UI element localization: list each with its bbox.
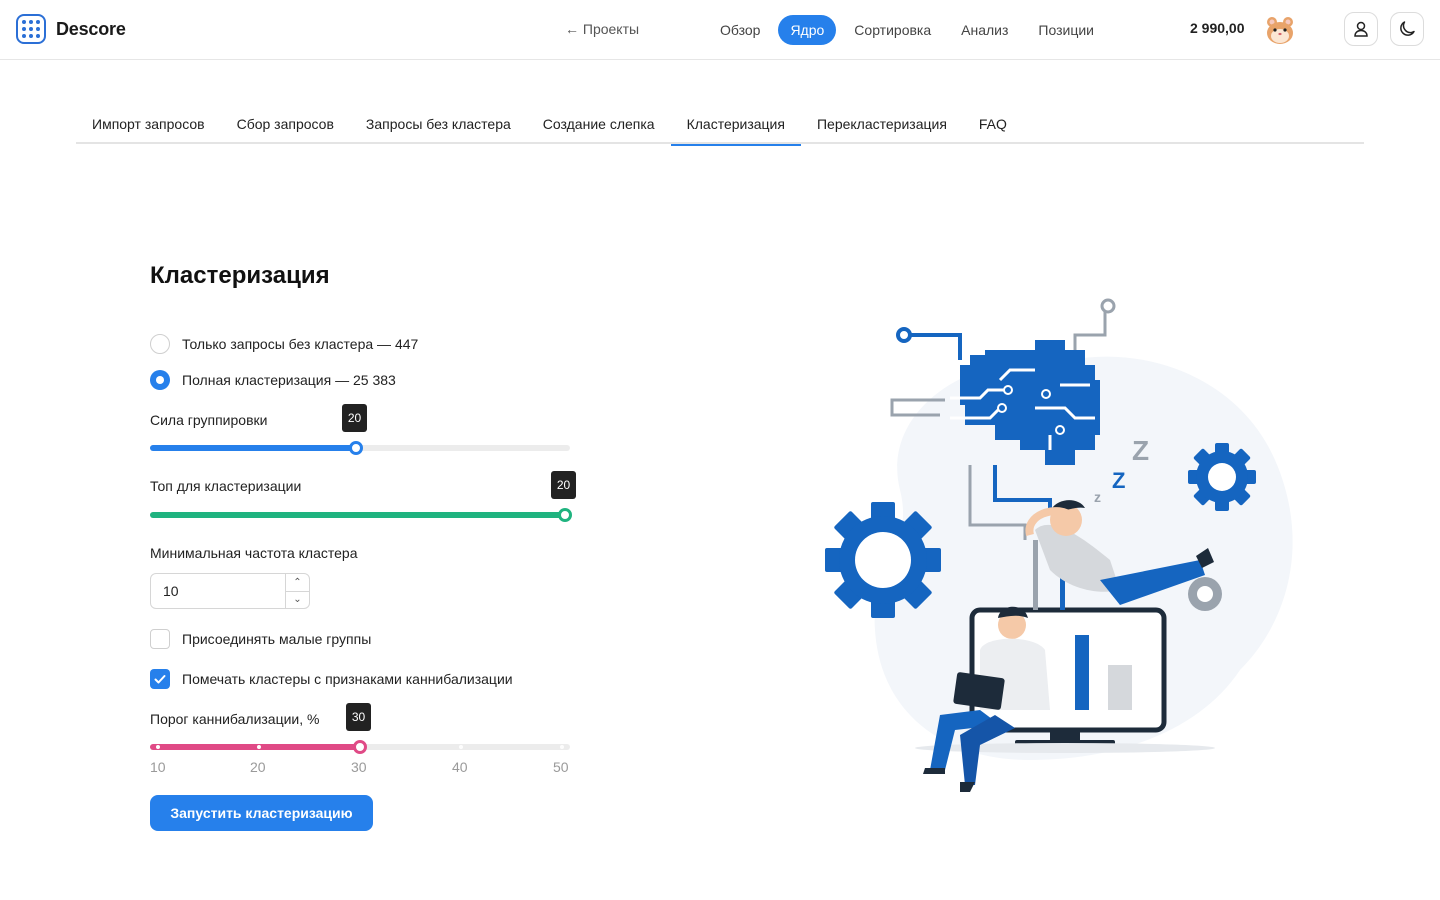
slider-mark xyxy=(156,745,160,749)
slider-mark-label: 10 xyxy=(150,759,166,775)
tab-create-snapshot[interactable]: Создание слепка xyxy=(527,106,671,144)
moon-icon xyxy=(1400,21,1415,36)
checkbox-box-checked[interactable] xyxy=(150,669,170,689)
nav-sorting[interactable]: Сортировка xyxy=(842,15,943,45)
svg-text:Z: Z xyxy=(1112,468,1125,493)
slider-value-tooltip: 20 xyxy=(551,471,576,499)
checkmark-icon xyxy=(154,675,166,684)
user-icon xyxy=(1354,21,1368,37)
slider-value-tooltip: 30 xyxy=(346,703,371,731)
min-cluster-freq-input[interactable]: 10 ⌃ ⌄ xyxy=(150,573,310,609)
slider-thumb[interactable]: 20 xyxy=(342,404,367,455)
cannibal-threshold-label: Порог каннибализации, % xyxy=(150,711,320,727)
tab-import-queries[interactable]: Импорт запросов xyxy=(76,106,221,144)
chevron-up-icon[interactable]: ⌃ xyxy=(286,574,309,592)
slider-mark xyxy=(459,745,463,749)
number-stepper: ⌃ ⌄ xyxy=(285,574,309,608)
slider-fill xyxy=(150,744,360,750)
radio-label: Только запросы без кластера — 447 xyxy=(182,336,419,352)
grouping-strength-label: Сила группировки xyxy=(150,412,268,428)
top-for-clustering-slider[interactable]: 20 xyxy=(150,471,576,522)
slider-mark xyxy=(257,745,261,749)
slider-fill xyxy=(150,445,356,451)
back-to-projects-link[interactable]: ← Проекты xyxy=(565,21,639,37)
slider-fill xyxy=(150,512,565,518)
theme-toggle-button[interactable] xyxy=(1390,12,1424,46)
tab-faq[interactable]: FAQ xyxy=(963,106,1023,144)
radio-full-clustering[interactable]: Полная кластеризация — 25 383 xyxy=(150,370,396,390)
app-name[interactable]: Descore xyxy=(56,19,126,40)
profile-button[interactable] xyxy=(1344,12,1378,46)
checkbox-box[interactable] xyxy=(150,629,170,649)
svg-text:Z: Z xyxy=(1132,435,1149,466)
radio-only-unclustered[interactable]: Только запросы без кластера — 447 xyxy=(150,334,418,354)
tab-collect-queries[interactable]: Сбор запросов xyxy=(221,106,350,144)
main-nav: Обзор Ядро Сортировка Анализ Позиции xyxy=(708,15,1112,45)
page-title: Кластеризация xyxy=(150,262,330,289)
nav-analysis[interactable]: Анализ xyxy=(949,15,1020,45)
grouping-strength-slider[interactable]: 20 xyxy=(150,404,570,455)
balance-amount[interactable]: 2 990,00 xyxy=(1190,20,1245,36)
section-tabs: Импорт запросов Сбор запросов Запросы бе… xyxy=(76,106,1364,146)
min-cluster-freq-value[interactable]: 10 xyxy=(151,574,285,608)
radio-circle[interactable] xyxy=(150,334,170,354)
slider-thumb[interactable]: 20 xyxy=(551,471,576,522)
app-logo-icon[interactable] xyxy=(16,14,46,44)
run-clustering-button[interactable]: Запустить кластеризацию xyxy=(150,795,373,831)
checkbox-label: Присоединять малые группы xyxy=(182,631,372,647)
checkbox-label: Помечать кластеры с признаками каннибали… xyxy=(182,671,513,687)
top-for-clustering-label: Топ для кластеризации xyxy=(150,478,302,494)
nav-overview[interactable]: Обзор xyxy=(708,15,772,45)
slider-mark-label: 30 xyxy=(351,759,367,775)
chevron-down-icon[interactable]: ⌄ xyxy=(286,592,309,609)
clustering-illustration: Z Z z xyxy=(825,298,1293,792)
slider-mark-label: 40 xyxy=(452,759,468,775)
nav-core[interactable]: Ядро xyxy=(778,15,837,45)
svg-text:z: z xyxy=(1094,489,1101,505)
slider-value-tooltip: 20 xyxy=(342,404,367,432)
slider-mark-label: 20 xyxy=(250,759,266,775)
slider-thumb[interactable]: 30 xyxy=(346,703,371,754)
tab-unclustered-queries[interactable]: Запросы без кластера xyxy=(350,106,527,144)
cannibal-threshold-slider[interactable]: 30 xyxy=(150,703,570,754)
top-header: Descore ← Проекты Обзор Ядро Сортировка … xyxy=(0,0,1440,60)
hamster-avatar-icon[interactable] xyxy=(1264,14,1296,46)
slider-mark xyxy=(560,745,564,749)
radio-label: Полная кластеризация — 25 383 xyxy=(182,372,396,388)
radio-circle-checked[interactable] xyxy=(150,370,170,390)
attach-small-groups-checkbox[interactable]: Присоединять малые группы xyxy=(150,629,371,649)
mark-cannibalization-checkbox[interactable]: Помечать кластеры с признаками каннибали… xyxy=(150,669,513,689)
tab-clustering[interactable]: Кластеризация xyxy=(670,106,801,146)
nav-positions[interactable]: Позиции xyxy=(1026,15,1106,45)
slider-mark-label: 50 xyxy=(553,759,569,775)
tab-reclustering[interactable]: Перекластеризация xyxy=(801,106,963,144)
min-cluster-freq-label: Минимальная частота кластера xyxy=(150,545,358,561)
